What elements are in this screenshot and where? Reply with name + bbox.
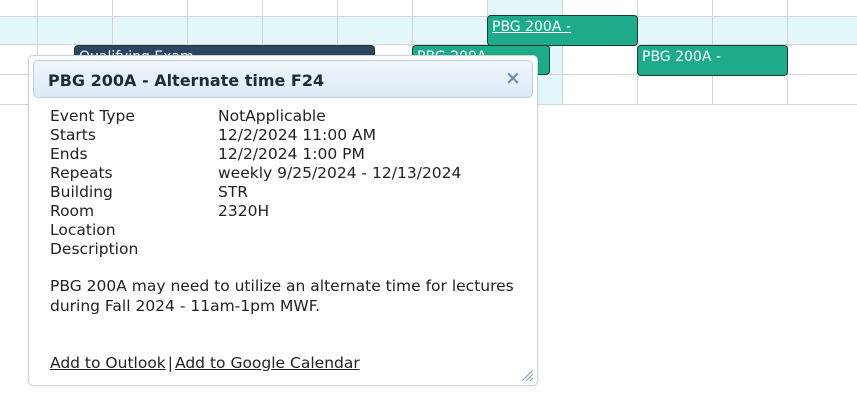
resize-handle-icon[interactable] xyxy=(519,367,534,382)
detail-label: Repeats xyxy=(50,164,113,182)
detail-row: Building STR xyxy=(50,183,461,202)
link-separator: | xyxy=(167,354,174,372)
detail-value: 12/2/2024 11:00 AM xyxy=(218,126,376,144)
detail-row: Room 2320H xyxy=(50,202,461,221)
dialog-titlebar[interactable]: PBG 200A - Alternate time F24 × xyxy=(33,60,533,98)
calendar-export-links: Add to Outlook | Add to Google Calendar xyxy=(50,354,360,372)
calendar-row xyxy=(0,0,857,16)
calendar-event[interactable]: PBG 200A - xyxy=(487,15,638,46)
detail-row: Description xyxy=(50,240,461,259)
detail-label: Room xyxy=(50,202,95,220)
calendar-event-label: PBG 200A - xyxy=(642,49,721,65)
close-icon[interactable]: × xyxy=(504,68,522,88)
detail-row: Repeats weekly 9/25/2024 - 12/13/2024 xyxy=(50,164,461,183)
detail-label: Event Type xyxy=(50,107,135,125)
detail-label: Ends xyxy=(50,145,88,163)
add-to-outlook-link[interactable]: Add to Outlook xyxy=(50,354,166,372)
detail-label: Starts xyxy=(50,126,96,144)
detail-row: Starts 12/2/2024 11:00 AM xyxy=(50,126,461,145)
calendar-event[interactable]: PBG 200A - xyxy=(637,45,788,76)
event-details: Event Type NotApplicable Starts 12/2/2024 … xyxy=(50,107,461,259)
add-to-google-calendar-link[interactable]: Add to Google Calendar xyxy=(175,354,360,372)
calendar-row xyxy=(0,16,857,44)
event-description: PBG 200A may need to utilize an alternat… xyxy=(50,277,514,315)
detail-value: 12/2/2024 1:00 PM xyxy=(218,145,365,163)
detail-row: Ends 12/2/2024 1:00 PM xyxy=(50,145,461,164)
detail-row: Location xyxy=(50,221,461,240)
detail-value: weekly 9/25/2024 - 12/13/2024 xyxy=(218,164,462,182)
grid-line xyxy=(0,16,857,17)
detail-value: STR xyxy=(218,183,249,201)
detail-label: Description xyxy=(50,240,139,258)
detail-label: Location xyxy=(50,221,116,239)
detail-value: NotApplicable xyxy=(218,107,326,125)
detail-value: 2320H xyxy=(218,202,270,220)
dialog-title: PBG 200A - Alternate time F24 xyxy=(48,71,325,90)
event-detail-dialog: PBG 200A - Alternate time F24 × Event Ty… xyxy=(28,55,538,386)
detail-label: Building xyxy=(50,183,113,201)
detail-row: Event Type NotApplicable xyxy=(50,107,461,126)
calendar-event-label[interactable]: PBG 200A - xyxy=(492,19,571,35)
